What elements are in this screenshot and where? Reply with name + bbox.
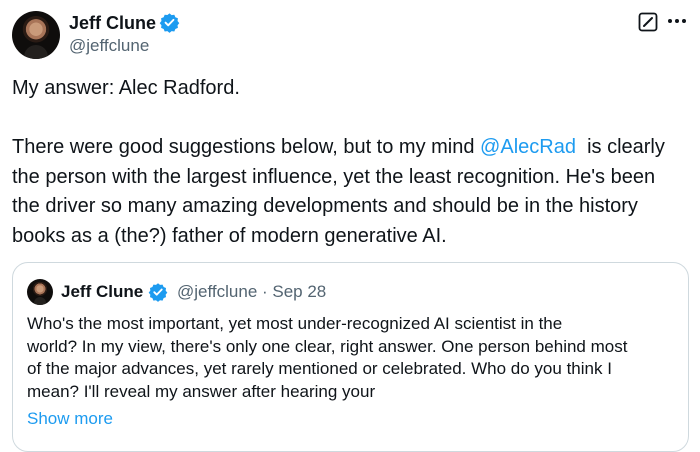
verified-icon bbox=[159, 13, 180, 33]
more-icon[interactable] bbox=[668, 16, 690, 26]
author-name[interactable]: Jeff Clune bbox=[69, 12, 156, 34]
quoted-line: Who's the most important, yet most under… bbox=[27, 314, 563, 333]
tweet-line: My answer: Alec Radford. bbox=[12, 77, 240, 99]
tweet-line: There were good suggestions below, but t… bbox=[12, 133, 696, 163]
edit-icon[interactable] bbox=[638, 12, 658, 32]
quoted-line: of the major advances, yet rarely mentio… bbox=[27, 359, 612, 379]
show-more-link[interactable]: Show more bbox=[27, 408, 113, 430]
author-handle[interactable]: @jeffclune bbox=[69, 36, 149, 56]
mention-link[interactable]: @AlecRad bbox=[480, 136, 576, 158]
quoted-author-name: Jeff Clune bbox=[61, 282, 144, 301]
avatar[interactable] bbox=[12, 11, 60, 59]
quoted-line: mean? I'll reveal my answer after hearin… bbox=[27, 382, 376, 402]
verified-icon bbox=[148, 283, 168, 302]
tweet-text: My answer: Alec Radford. There were good… bbox=[12, 74, 696, 252]
tweet-line: books as a (the?) father of modern gener… bbox=[12, 224, 447, 247]
tweet-line: the driver so many amazing developments … bbox=[12, 195, 638, 218]
tweet-text-segment: There were good suggestions below, but t… bbox=[12, 136, 481, 159]
quoted-line: world? In my view, there's only one clea… bbox=[27, 336, 628, 356]
quoted-avatar bbox=[27, 279, 53, 305]
quoted-handle-date: @jeffclune · Sep 28 bbox=[177, 282, 327, 301]
quoted-tweet[interactable]: Jeff Clune @jeffclune · Sep 28 Who's the… bbox=[12, 262, 689, 452]
quoted-text: Who's the most important, yet most under… bbox=[27, 313, 677, 404]
tweet-line: the person with the largest influence, y… bbox=[12, 165, 656, 188]
tweet-text-segment: is clearly bbox=[575, 136, 665, 159]
